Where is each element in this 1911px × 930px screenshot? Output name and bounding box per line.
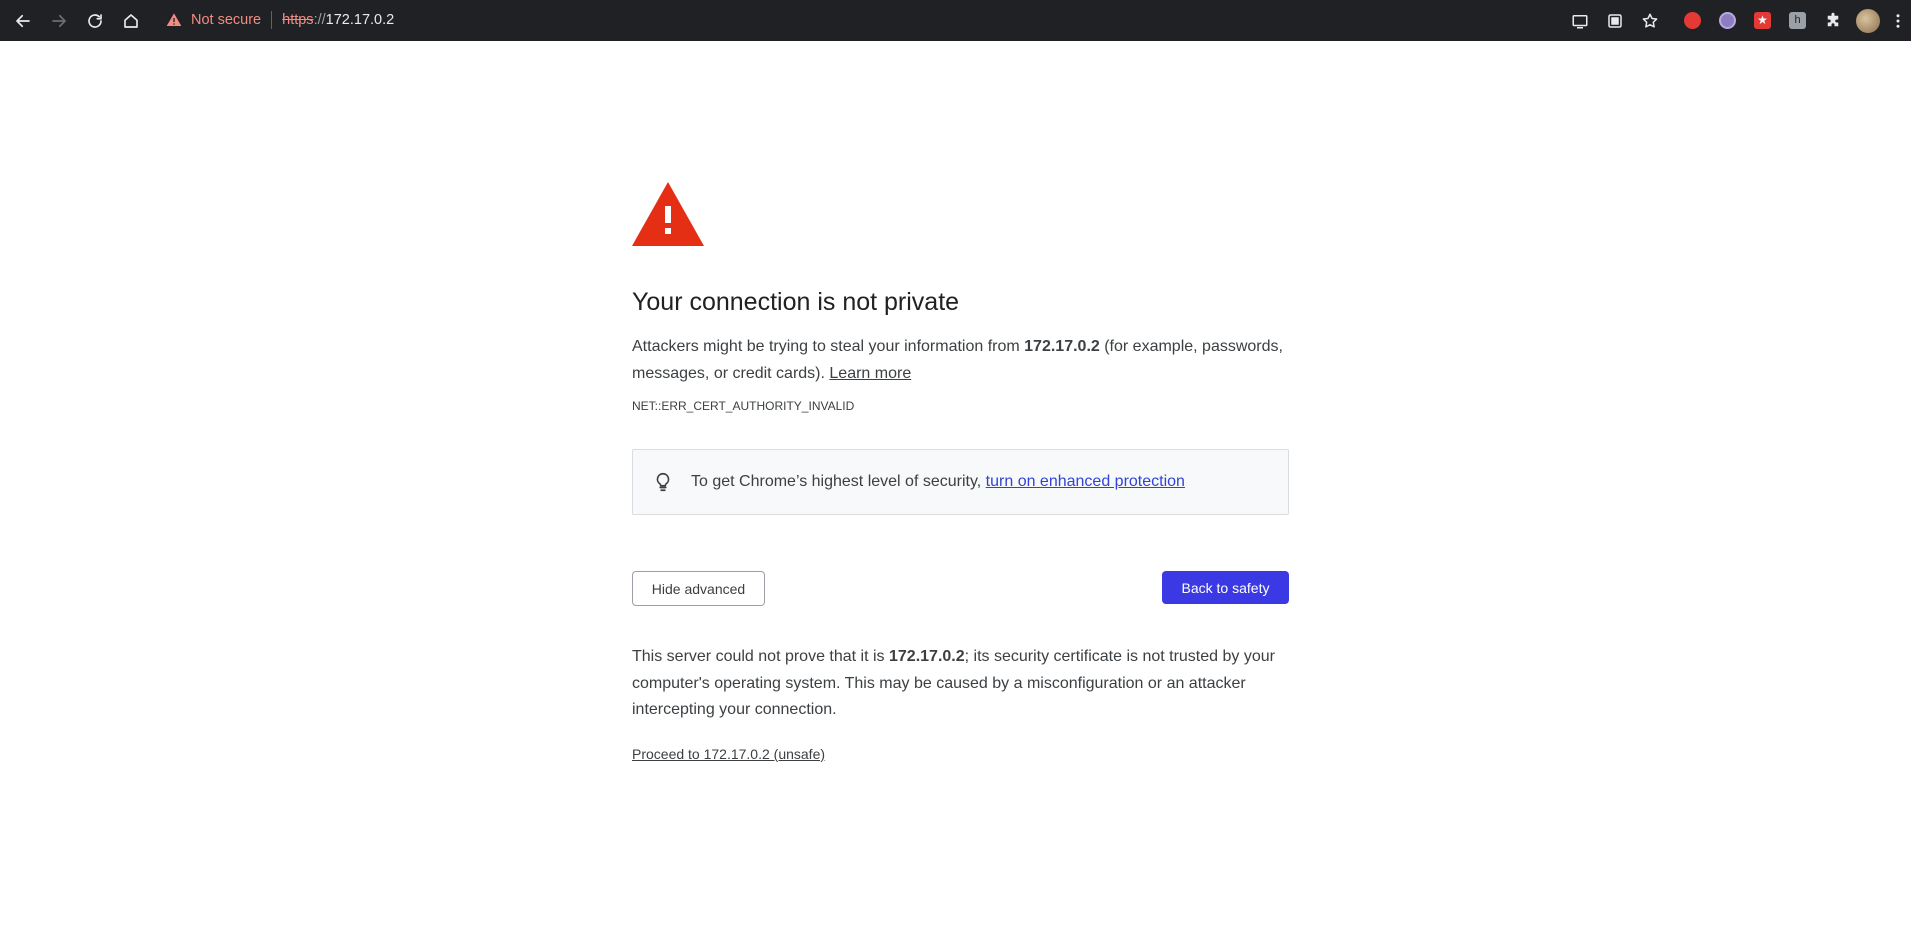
- enhanced-protection-banner: To get Chrome’s highest level of securit…: [632, 449, 1289, 515]
- kebab-menu-icon: [1896, 13, 1900, 28]
- arrow-right-icon: [52, 14, 66, 27]
- browser-toolbar: Not secure https://172.17.0.2 ★ h: [0, 0, 1911, 41]
- profile-button[interactable]: [1850, 6, 1885, 36]
- security-indicator[interactable]: [166, 12, 182, 28]
- warning-triangle-icon: [632, 182, 704, 246]
- toolbar-right-icons: ★ h: [1562, 0, 1911, 41]
- home-icon: [124, 13, 138, 28]
- star-badge-icon: ★: [1754, 12, 1771, 29]
- button-row: Hide advanced Back to safety: [632, 571, 1289, 606]
- error-code: NET::ERR_CERT_AUTHORITY_INVALID: [632, 399, 855, 413]
- extension-grey-button[interactable]: h: [1780, 6, 1815, 36]
- arrow-left-icon: [16, 14, 30, 27]
- home-button[interactable]: [116, 6, 146, 36]
- back-to-safety-button[interactable]: Back to safety: [1162, 571, 1289, 604]
- enhanced-protection-text: To get Chrome’s highest level of securit…: [691, 473, 982, 490]
- cast-icon: [1572, 14, 1587, 28]
- learn-more-link[interactable]: Learn more: [829, 365, 911, 382]
- cast-button[interactable]: [1562, 6, 1597, 36]
- url-scheme: https: [282, 12, 314, 28]
- chrome-menu-button[interactable]: [1885, 6, 1911, 36]
- details-host: 172.17.0.2: [889, 648, 965, 665]
- enhanced-protection-link[interactable]: turn on enhanced protection: [986, 473, 1185, 491]
- extensions-button[interactable]: [1815, 6, 1850, 36]
- interstitial-content: Your connection is not private Attackers…: [632, 182, 1289, 764]
- reload-icon: [88, 13, 102, 28]
- bookmark-button[interactable]: [1632, 6, 1667, 36]
- proceed-unsafe-link[interactable]: Proceed to 172.17.0.2 (unsafe): [632, 746, 825, 762]
- details-prefix: This server could not prove that it is: [632, 648, 889, 665]
- lightbulb-icon: [656, 472, 670, 492]
- forward-button[interactable]: [44, 6, 74, 36]
- grey-extension-icon: h: [1789, 12, 1806, 29]
- address-bar[interactable]: Not secure https://172.17.0.2: [156, 4, 1656, 36]
- not-secure-label[interactable]: Not secure: [191, 12, 261, 28]
- url-host: 172.17.0.2: [325, 12, 395, 28]
- main-message-host: 172.17.0.2: [1024, 338, 1100, 355]
- url-text[interactable]: https://172.17.0.2: [282, 12, 394, 28]
- stop-hand-icon: [1684, 12, 1701, 29]
- omnibox-divider: [271, 11, 273, 29]
- extension-star-button[interactable]: ★: [1745, 6, 1780, 36]
- extension-stop-button[interactable]: [1675, 6, 1710, 36]
- page-title: Your connection is not private: [632, 288, 960, 316]
- advanced-details: This server could not prove that it is 1…: [632, 644, 1289, 724]
- circle-extension-icon: [1719, 12, 1736, 29]
- puzzle-icon: [1827, 12, 1838, 26]
- star-icon: [1642, 13, 1657, 28]
- main-message-prefix: Attackers might be trying to steal your …: [632, 338, 1025, 355]
- back-button[interactable]: [8, 6, 38, 36]
- warning-triangle-icon: [166, 13, 182, 26]
- reload-button[interactable]: [80, 6, 110, 36]
- apps-icon: [1607, 13, 1622, 28]
- apps-button[interactable]: [1597, 6, 1632, 36]
- hide-advanced-button[interactable]: Hide advanced: [632, 571, 765, 606]
- avatar: [1855, 8, 1880, 33]
- url-separator: ://: [313, 12, 326, 28]
- main-message: Attackers might be trying to steal your …: [632, 333, 1289, 387]
- extension-purple-button[interactable]: [1710, 6, 1745, 36]
